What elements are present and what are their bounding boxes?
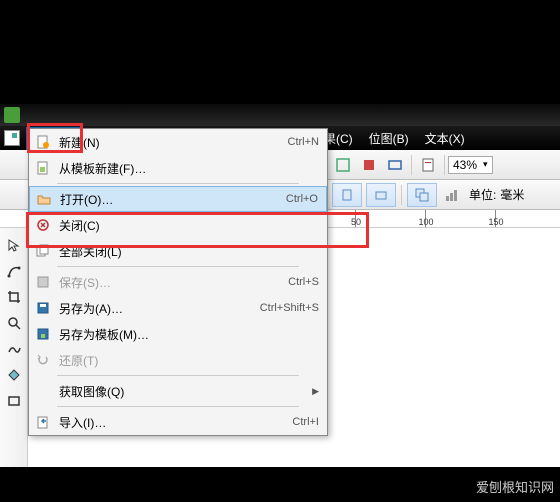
menu-item-save: 保存(S)… Ctrl+S	[29, 269, 327, 295]
document-icon[interactable]	[4, 130, 20, 146]
freehand-tool[interactable]	[3, 338, 25, 360]
save-template-icon	[33, 325, 53, 343]
save-as-icon	[33, 299, 53, 317]
menu-label: 导入(I)…	[59, 414, 292, 431]
unit-label: 单位:	[469, 186, 496, 203]
menu-item-save-as[interactable]: 另存为(A)… Ctrl+Shift+S	[29, 295, 327, 321]
menu-label: 打开(O)…	[60, 191, 286, 208]
menu-label: 另存为模板(M)…	[59, 326, 319, 343]
menu-shortcut: Ctrl+Shift+S	[260, 302, 319, 314]
folder-open-icon	[34, 190, 54, 208]
menu-item-revert: 还原(T)	[29, 347, 327, 373]
snap-button[interactable]	[366, 183, 396, 207]
titlebar	[0, 104, 560, 126]
menu-shortcut: Ctrl+S	[288, 276, 319, 288]
rectangle-tool[interactable]	[3, 390, 25, 412]
file-dropdown-menu: 新建(N) Ctrl+N 从模板新建(F)… 打开(O)… Ctrl+O 关闭(…	[28, 128, 328, 436]
submenu-arrow-icon: ▶	[312, 386, 319, 397]
new-icon	[33, 133, 53, 151]
menu-item-import[interactable]: 导入(I)… Ctrl+I	[29, 409, 327, 435]
menu-bitmap[interactable]: 位图(B)	[361, 127, 417, 150]
menu-item-new[interactable]: 新建(N) Ctrl+N	[29, 129, 327, 155]
pick-tool[interactable]	[3, 234, 25, 256]
watermark: 爱刨根知识网	[476, 477, 554, 496]
blank-icon	[33, 382, 53, 400]
menu-shortcut: Ctrl+N	[288, 136, 319, 148]
menu-label: 全部关闭(L)	[59, 243, 319, 260]
zoom-tool[interactable]	[3, 312, 25, 334]
menu-label: 从模板新建(F)…	[59, 160, 319, 177]
toolbar-icon[interactable]	[358, 154, 380, 176]
save-icon	[33, 273, 53, 291]
menu-shortcut: Ctrl+I	[292, 416, 319, 428]
menu-text[interactable]: 文本(X)	[417, 127, 473, 150]
smart-fill-tool[interactable]	[3, 364, 25, 386]
zoom-input[interactable]: 43%▾	[448, 156, 493, 174]
template-icon	[33, 159, 53, 177]
menu-label: 另存为(A)…	[59, 300, 260, 317]
toolbar-icon[interactable]	[441, 184, 463, 206]
menu-item-new-from-template[interactable]: 从模板新建(F)…	[29, 155, 327, 181]
menu-item-close[interactable]: 关闭(C)	[29, 212, 327, 238]
menu-item-open[interactable]: 打开(O)… Ctrl+O	[29, 186, 327, 212]
toolbar-icon[interactable]	[332, 154, 354, 176]
toolbar-icon[interactable]	[384, 154, 406, 176]
menu-item-save-as-template[interactable]: 另存为模板(M)…	[29, 321, 327, 347]
close-all-icon	[33, 242, 53, 260]
shape-tool[interactable]	[3, 260, 25, 282]
menu-shortcut: Ctrl+O	[286, 193, 318, 205]
menu-label: 新建(N)	[59, 134, 288, 151]
unit-value[interactable]: 毫米	[500, 186, 524, 203]
menu-label: 获取图像(Q)	[59, 383, 312, 400]
app-icon	[4, 107, 20, 123]
toolbox	[0, 228, 28, 467]
crop-tool[interactable]	[3, 286, 25, 308]
menu-item-close-all[interactable]: 全部关闭(L)	[29, 238, 327, 264]
menu-item-acquire-image[interactable]: 获取图像(Q) ▶	[29, 378, 327, 404]
menu-label: 保存(S)…	[59, 274, 288, 291]
close-icon	[33, 216, 53, 234]
revert-icon	[33, 351, 53, 369]
menu-label: 还原(T)	[59, 352, 319, 369]
snap-button[interactable]	[332, 183, 362, 207]
toolbar-icon[interactable]	[417, 154, 439, 176]
import-icon	[33, 413, 53, 431]
menu-label: 关闭(C)	[59, 217, 319, 234]
snap-button[interactable]	[407, 183, 437, 207]
